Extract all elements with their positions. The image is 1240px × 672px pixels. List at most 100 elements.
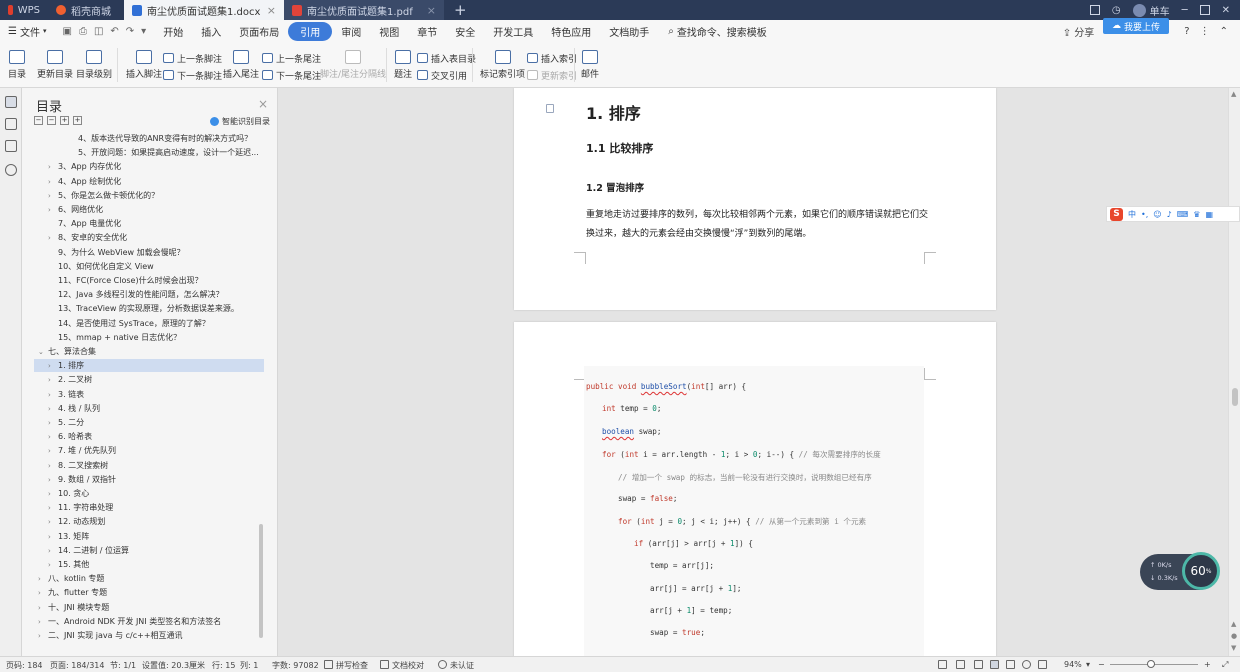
toc-item[interactable]: › 5、你是怎么做卡顿优化的？	[34, 189, 264, 202]
status-page-number[interactable]: 页码: 184	[6, 660, 43, 671]
menu-special[interactable]: 特色应用	[542, 22, 600, 41]
collapse-ribbon-icon[interactable]: ⌃	[1220, 26, 1228, 37]
mail-button[interactable]: 邮件	[581, 50, 599, 80]
write-mode-icon[interactable]	[974, 660, 983, 669]
toc-item[interactable]: 10、如何优化自定义 View	[34, 260, 264, 273]
menu-home[interactable]: 开始	[154, 22, 192, 41]
expand-arrow-icon[interactable]: ›	[48, 502, 58, 514]
chapter-icon[interactable]	[5, 118, 17, 130]
status-page[interactable]: 页面: 184/314	[50, 660, 104, 671]
tab-docx-close-icon[interactable]: ×	[267, 4, 276, 17]
toc-item[interactable]: 12、Java 多线程引发的性能问题，怎么解决？	[34, 288, 264, 301]
toc-item[interactable]: 15、mmap + native 日志优化？	[34, 331, 264, 344]
expand-arrow-icon[interactable]: ›	[48, 431, 58, 443]
toc-item[interactable]: › 八、kotlin 专题	[34, 572, 264, 585]
tab-wps[interactable]: WPS	[0, 0, 48, 20]
toc-item[interactable]: › 11. 字符串处理	[34, 501, 264, 514]
expand-arrow-icon[interactable]: ›	[48, 190, 58, 202]
menu-developer[interactable]: 开发工具	[484, 22, 542, 41]
notification-icon[interactable]: ◷	[1112, 5, 1121, 16]
expand-arrow-icon[interactable]: ›	[48, 474, 58, 486]
tab-pdf[interactable]: 南尘优质面试题集1.pdf ×	[284, 0, 444, 20]
expand-arrow-icon[interactable]: ›	[38, 587, 48, 599]
read-mode-icon[interactable]	[956, 660, 965, 669]
toc-item[interactable]: › 9. 数组 / 双指针	[34, 473, 264, 486]
toc-item[interactable]: › 7. 堆 / 优先队列	[34, 444, 264, 457]
print-icon[interactable]: ⎙	[79, 26, 87, 37]
prev-footnote-button[interactable]: 上一条脚注	[163, 51, 222, 65]
toc-item[interactable]: 4、版本迭代导致的ANR变得有时的解决方式吗？	[34, 132, 264, 145]
toc-item[interactable]: › 3. 链表	[34, 388, 264, 401]
heading-3[interactable]: 1.2 冒泡排序	[586, 180, 644, 194]
next-footnote-button[interactable]: 下一条脚注	[163, 68, 222, 82]
paragraph-menu-icon[interactable]	[546, 104, 554, 113]
window-close-icon[interactable]: ✕	[1222, 5, 1230, 16]
customize-icon[interactable]: ▾	[141, 26, 146, 37]
toc-item[interactable]: › 6、网络优化	[34, 203, 264, 216]
expand-arrow-icon[interactable]: ›	[38, 616, 48, 628]
expand-arrow-icon[interactable]: ›	[48, 559, 58, 571]
bookmark-icon[interactable]	[5, 140, 17, 152]
memory-usage-gauge[interactable]: 60%	[1182, 552, 1220, 590]
toc-item[interactable]: › 4. 栈 / 队列	[34, 402, 264, 415]
scrollbar-thumb[interactable]	[1232, 388, 1238, 406]
collapse-icon[interactable]: −	[47, 116, 56, 125]
menu-page-layout[interactable]: 页面布局	[230, 22, 288, 41]
toc-item[interactable]: › 十、JNI 模块专题	[34, 601, 264, 614]
expand-arrow-icon[interactable]: ›	[48, 360, 58, 372]
toc-item[interactable]: › 5. 二分	[34, 416, 264, 429]
expand-arrow-icon[interactable]: ›	[48, 460, 58, 472]
redo-icon[interactable]: ↷	[126, 26, 134, 37]
insert-footnote-button[interactable]: 插入脚注	[126, 50, 162, 80]
web-view-icon[interactable]	[1022, 660, 1031, 669]
toc-item[interactable]: › 6. 哈希表	[34, 430, 264, 443]
expand-arrow-icon[interactable]: ›	[48, 204, 58, 216]
outline-view-icon[interactable]	[1006, 660, 1015, 669]
more-icon[interactable]: ⋮	[1200, 26, 1210, 37]
file-menu[interactable]: ☰ 文件 ▾	[0, 24, 54, 39]
undo-icon[interactable]: ↶	[110, 26, 118, 37]
toc-scrollbar[interactable]	[259, 524, 263, 638]
toc-item[interactable]: › 一、Android NDK 开发 JNI 类型签名和方法签名	[34, 615, 264, 628]
update-index-button[interactable]: 更新索引	[527, 68, 577, 82]
insert-tof-button[interactable]: 插入表目录	[417, 51, 476, 65]
insert-endnote-button[interactable]: 插入尾注	[223, 50, 259, 80]
punctuation-icon[interactable]: •,	[1141, 210, 1148, 219]
update-toc-button[interactable]: 更新目录	[37, 50, 73, 80]
tab-docx[interactable]: 南尘优质面试题集1.docx ×	[124, 0, 284, 20]
toc-item[interactable]: 5、开放问题：如果提高启动速度，设计一个延迟...	[34, 146, 264, 159]
menu-security[interactable]: 安全	[446, 22, 484, 41]
expand-arrow-icon[interactable]: ›	[48, 445, 58, 457]
tools-icon[interactable]: ▦	[1205, 210, 1213, 219]
minimize-icon[interactable]: ─	[1182, 5, 1188, 16]
footnote-separator-button[interactable]: 脚注/尾注分隔线	[320, 50, 386, 80]
menu-section[interactable]: 章节	[408, 22, 446, 41]
toc-item[interactable]: › 13. 矩阵	[34, 530, 264, 543]
zoom-level[interactable]: 94%	[1064, 660, 1082, 669]
status-word-count[interactable]: 字数: 97082	[272, 660, 319, 671]
command-search[interactable]: ⌕ 查找命令、搜索模板	[658, 24, 767, 39]
eye-protect-icon[interactable]	[1038, 660, 1047, 669]
heading-2[interactable]: 1.1 比较排序	[586, 140, 653, 156]
toc-item[interactable]: 14、是否使用过 SysTrace，原理的了解？	[34, 317, 264, 330]
smart-toc-button[interactable]: 智能识别目录	[210, 116, 270, 127]
toc-level-button[interactable]: 目录级别	[76, 50, 112, 80]
expand-arrow-icon[interactable]: ›	[38, 630, 48, 642]
toc-item[interactable]: › 8. 二叉搜索树	[34, 459, 264, 472]
toc-item[interactable]: › 8、安卓的安全优化	[34, 231, 264, 244]
expand-arrow-icon[interactable]: ›	[48, 545, 58, 557]
toc-item[interactable]: 11、FC(Force Close)什么时候会出现？	[34, 274, 264, 287]
certification-status[interactable]: 未认证	[450, 660, 474, 671]
toc-item[interactable]: › 3、App 内存优化	[34, 160, 264, 173]
expand-arrow-icon[interactable]: ›	[38, 602, 48, 614]
collapse-all-icon[interactable]: −	[34, 116, 43, 125]
expand-arrow-icon[interactable]: ›	[48, 531, 58, 543]
tab-shop[interactable]: 稻壳商城	[48, 0, 124, 20]
scroll-up-icon[interactable]: ▲	[1231, 90, 1236, 98]
heading-1[interactable]: 1. 排序	[586, 100, 641, 124]
prev-endnote-button[interactable]: 上一条尾注	[262, 51, 321, 65]
tab-pdf-close-icon[interactable]: ×	[427, 4, 436, 17]
expand-arrow-icon[interactable]: ›	[48, 488, 58, 500]
toc-item[interactable]: › 二、JNI 实现 java 与 c/c++相互通讯	[34, 629, 264, 642]
mic-icon[interactable]: ♪	[1167, 210, 1172, 219]
